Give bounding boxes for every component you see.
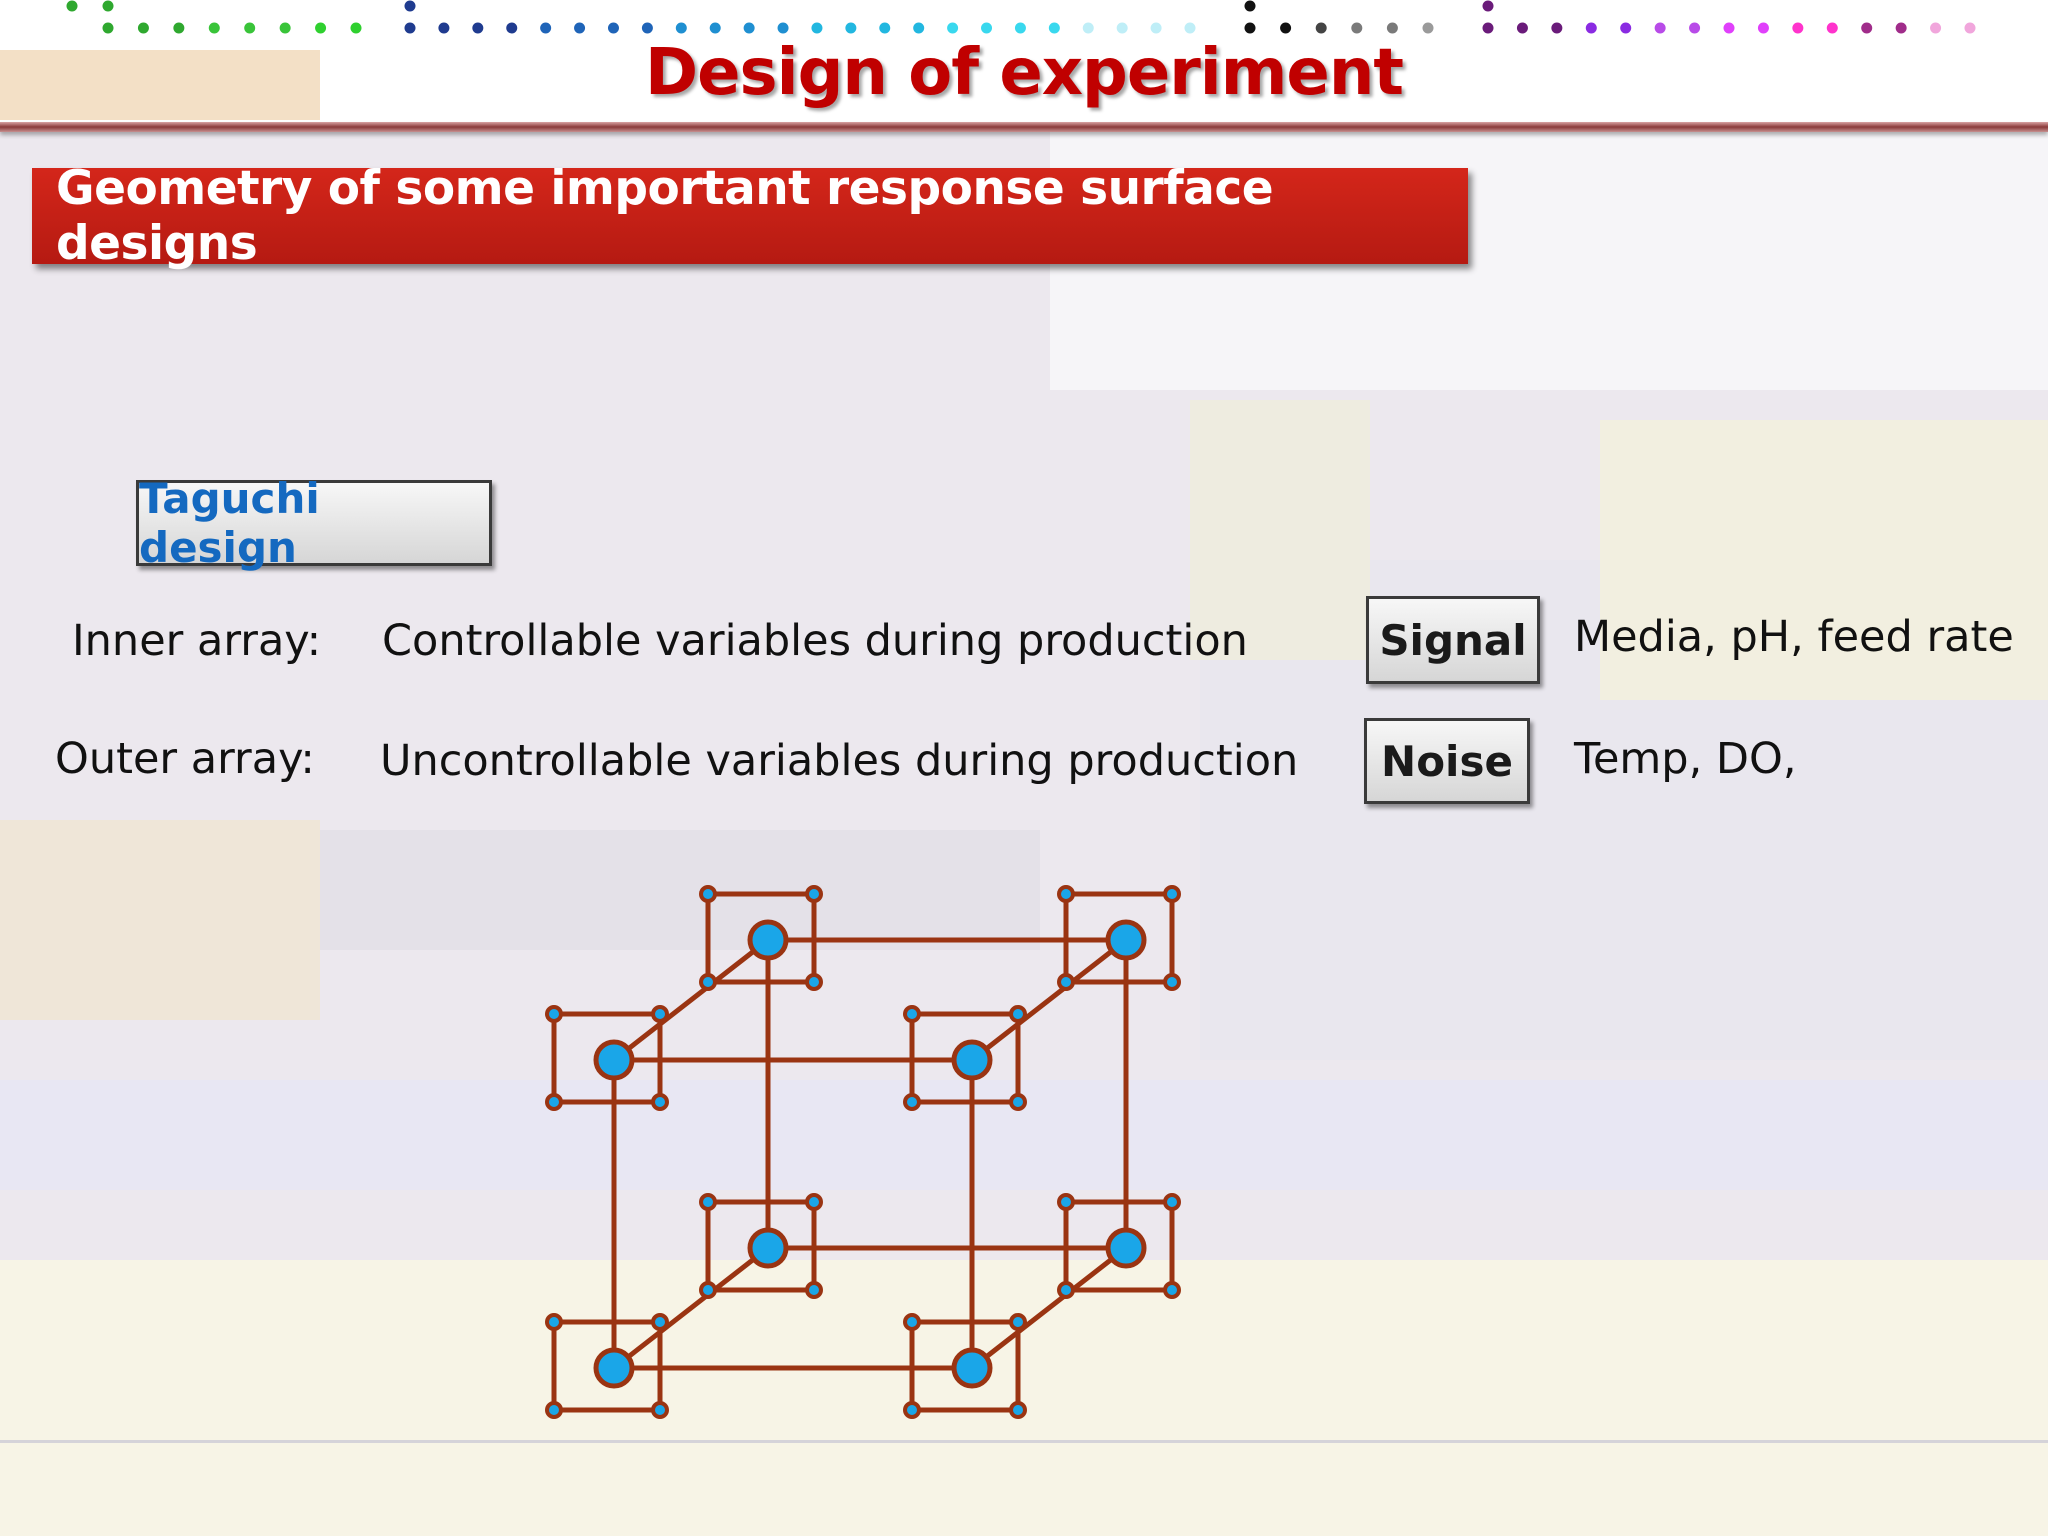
inner-array-point: [747, 1227, 789, 1269]
outer-array-point: [699, 973, 717, 991]
outer-array-point: [651, 1313, 669, 1331]
outer-array-point: [1009, 1005, 1027, 1023]
outer-array-point: [1057, 1281, 1075, 1299]
inner-array-point: [593, 1347, 635, 1389]
outer-array-point: [1009, 1093, 1027, 1111]
cube-edge: [612, 1246, 770, 1370]
taguchi-cube-diagram: [545, 885, 1181, 1419]
outer-array-point: [545, 1313, 563, 1331]
outer-array-point: [651, 1093, 669, 1111]
inner-array-point: [747, 919, 789, 961]
outer-array-point: [545, 1093, 563, 1111]
inner-array-point: [951, 1039, 993, 1081]
outer-array-point: [1163, 973, 1181, 991]
inner-array-point: [1105, 919, 1147, 961]
outer-array-point: [805, 885, 823, 903]
outer-array-point: [545, 1401, 563, 1419]
outer-array-point: [1163, 885, 1181, 903]
outer-array-point: [1163, 1193, 1181, 1211]
outer-array-point: [903, 1005, 921, 1023]
outer-array-point: [545, 1005, 563, 1023]
outer-array-point: [805, 973, 823, 991]
outer-array-point: [1057, 1193, 1075, 1211]
outer-array-point: [699, 1193, 717, 1211]
cube-edge: [612, 938, 770, 1062]
outer-array-point: [805, 1193, 823, 1211]
outer-array-point: [1009, 1313, 1027, 1331]
outer-array-point: [1057, 885, 1075, 903]
outer-array-point: [805, 1281, 823, 1299]
outer-array-point: [1009, 1401, 1027, 1419]
outer-array-point: [699, 885, 717, 903]
cube-edge: [970, 938, 1128, 1062]
outer-array-point: [651, 1401, 669, 1419]
outer-array-point: [699, 1281, 717, 1299]
outer-array-point: [1057, 973, 1075, 991]
outer-array-point: [903, 1093, 921, 1111]
outer-array-point: [903, 1401, 921, 1419]
inner-array-point: [951, 1347, 993, 1389]
outer-array-point: [1163, 1281, 1181, 1299]
inner-array-point: [593, 1039, 635, 1081]
outer-array-point: [903, 1313, 921, 1331]
cube-edge: [970, 1246, 1128, 1370]
inner-array-point: [1105, 1227, 1147, 1269]
outer-array-point: [651, 1005, 669, 1023]
